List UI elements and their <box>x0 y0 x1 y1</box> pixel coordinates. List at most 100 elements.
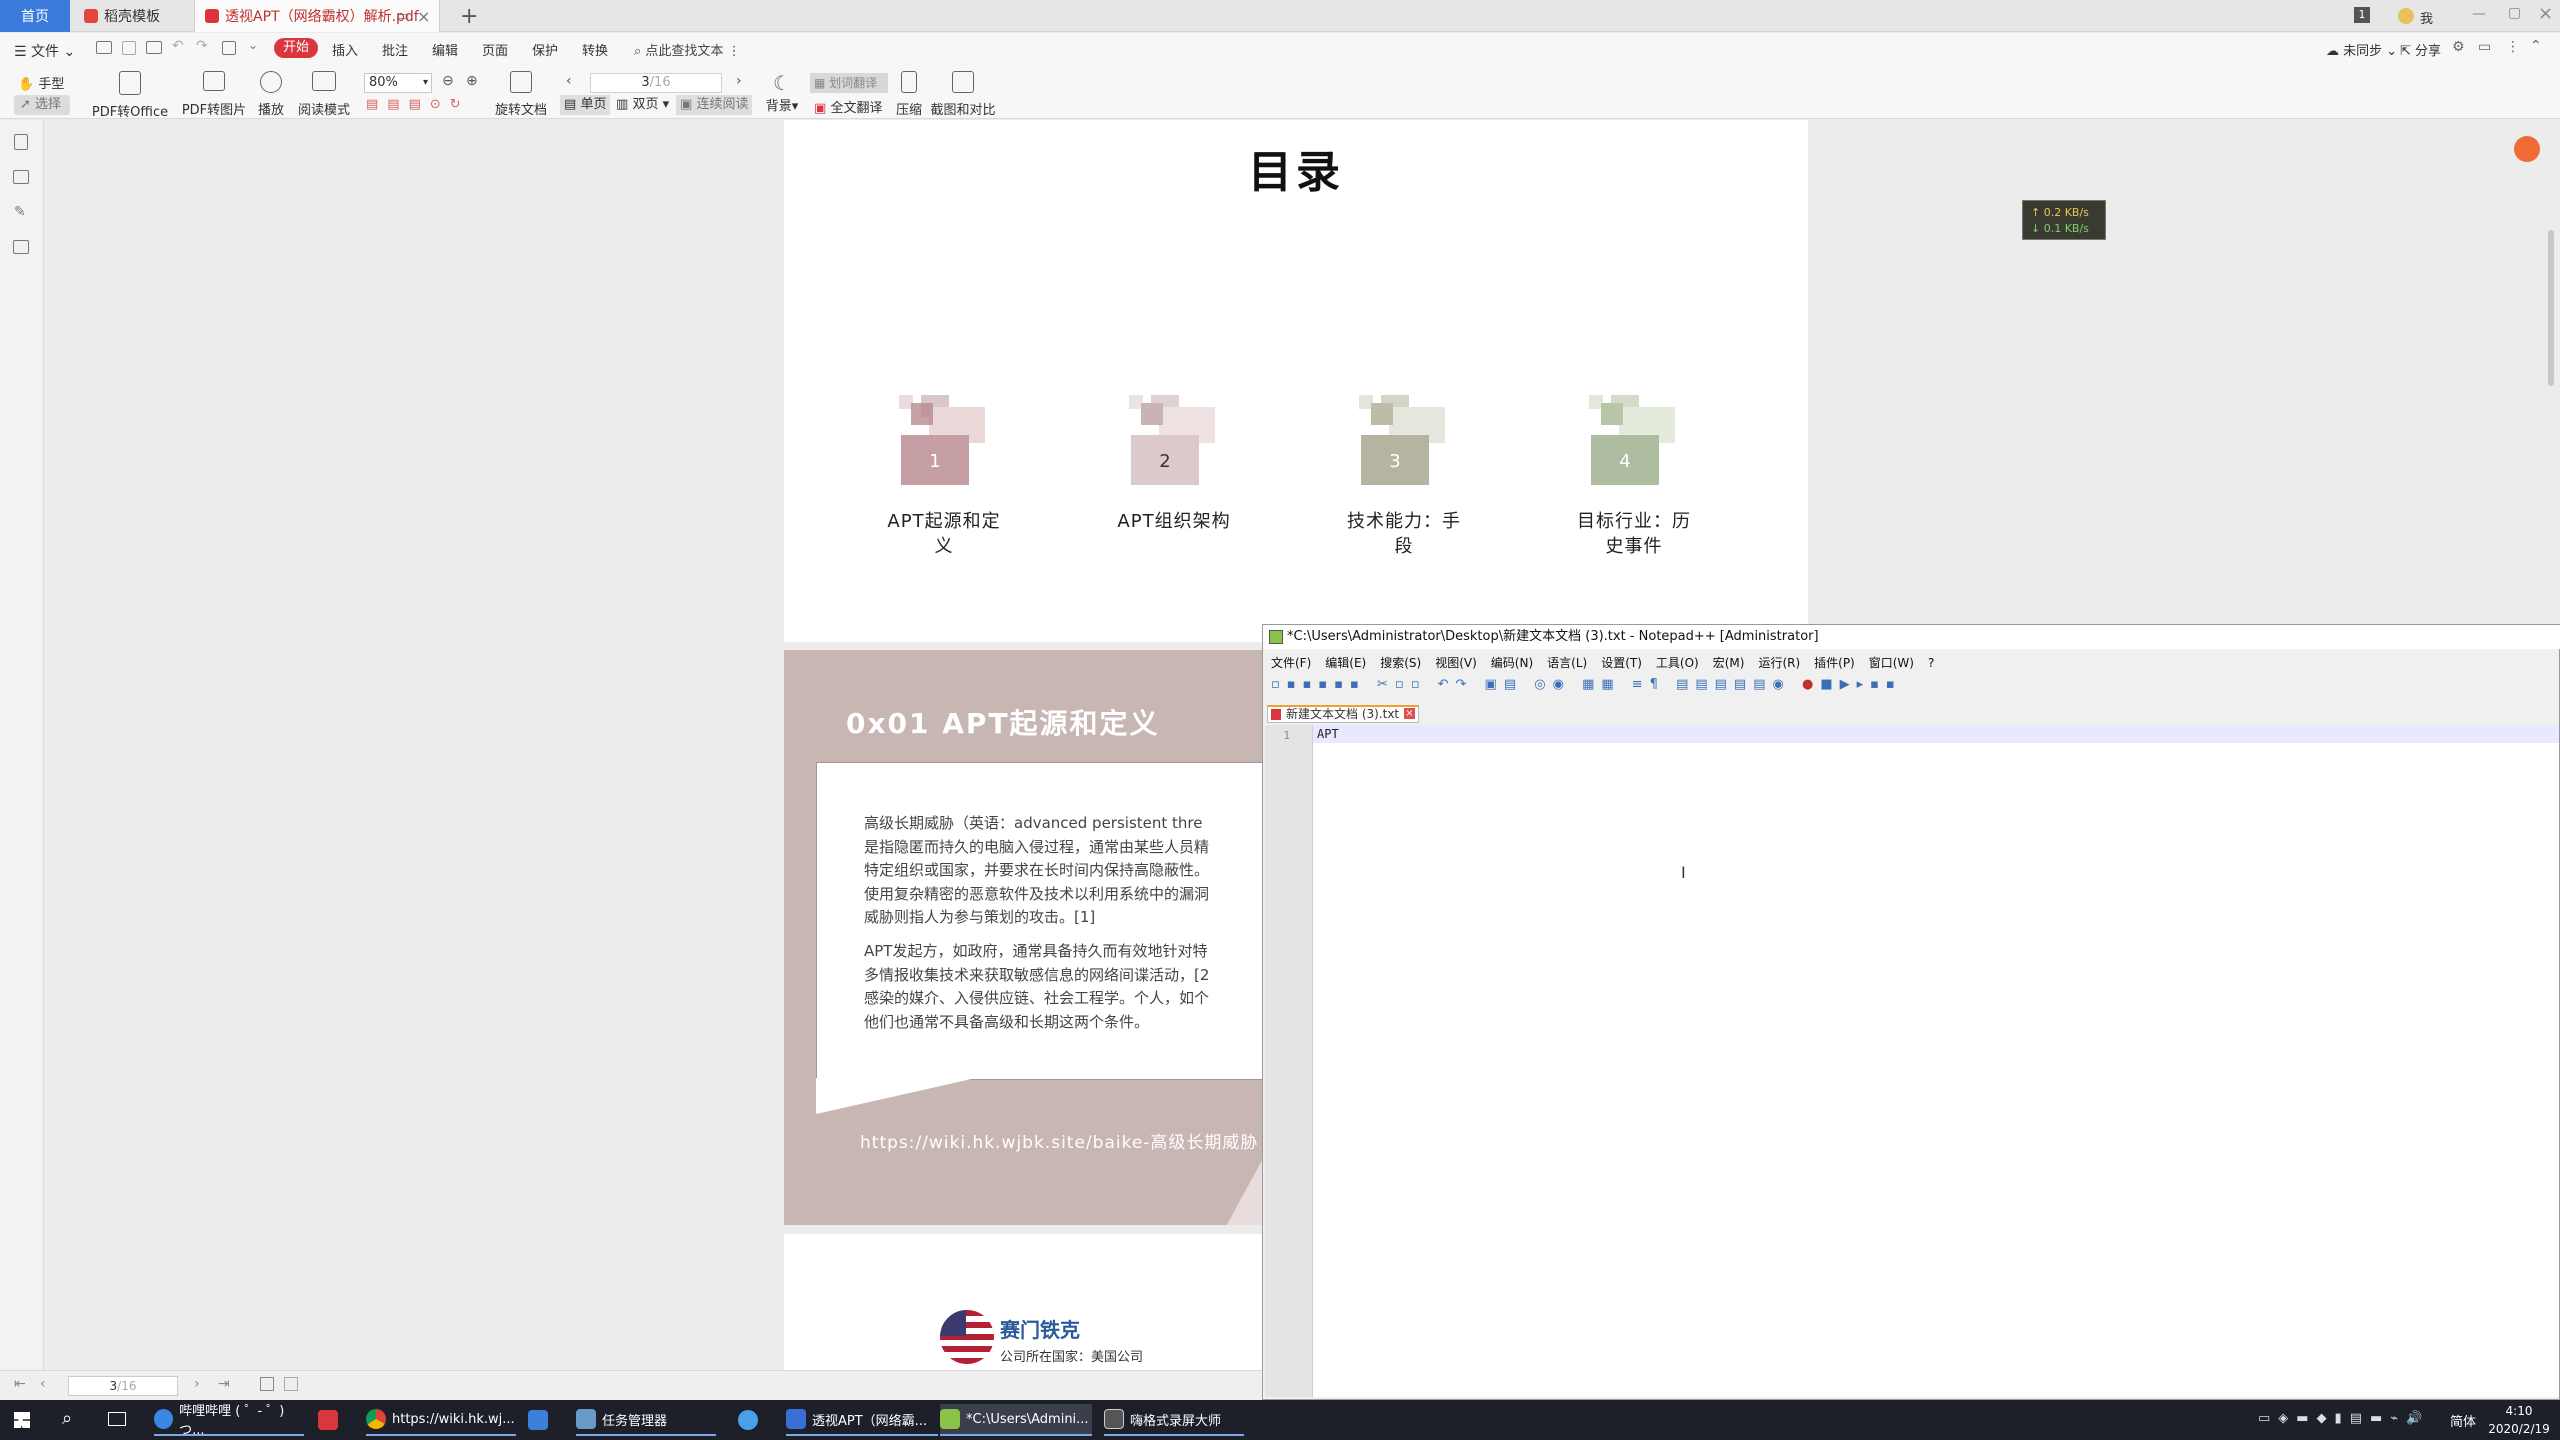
menu-start[interactable]: 开始 <box>274 38 318 58</box>
tab-pdf[interactable]: 透视APT（网络霸权）解析.pdf ▭ × <box>194 0 440 32</box>
double-page-button[interactable]: ▥ 双页 ▾ <box>616 95 669 115</box>
delete-page-icon[interactable] <box>284 1377 298 1391</box>
task-recorder[interactable]: 嗨格式录屏大师 <box>1104 1404 1244 1436</box>
pin-icon[interactable]: ▭ <box>397 9 409 24</box>
background-button[interactable]: ☾ 背景▾ <box>764 71 800 114</box>
tray-icons[interactable]: ▭◈▬◆▮▤▬⌁🔊 <box>2258 1411 2430 1426</box>
tab-home[interactable]: 首页 <box>0 0 70 32</box>
task-vscode[interactable] <box>528 1404 560 1436</box>
save-icon[interactable] <box>122 41 136 55</box>
npp-menu-language[interactable]: 语言(L) <box>1547 653 1587 673</box>
task-taskmgr[interactable]: 任务管理器 <box>576 1404 716 1436</box>
menu-convert[interactable]: 转换 <box>582 40 608 59</box>
prev-page-button[interactable]: ‹ <box>40 1376 46 1392</box>
close-icon[interactable]: × <box>417 7 430 26</box>
start-icon[interactable] <box>14 1412 30 1428</box>
task-view-icon[interactable] <box>108 1412 126 1426</box>
menu-edit[interactable]: 编辑 <box>432 40 458 59</box>
print-icon[interactable] <box>146 41 162 54</box>
hand-tool[interactable]: ✋ 手型 <box>18 73 64 92</box>
search-box[interactable]: ⌕ 点此查找文本 ⋮ <box>634 40 741 59</box>
task-wps[interactable]: 透视APT（网络霸... <box>786 1404 938 1436</box>
task-qq[interactable] <box>738 1404 770 1436</box>
maximize-icon[interactable]: ▢ <box>2508 5 2521 21</box>
task-bilibili[interactable]: 哔哩哔哩 ( ゜- ゜)つ... <box>154 1404 304 1438</box>
npp-menu-window[interactable]: 窗口(W) <box>1869 653 1914 673</box>
search-taskbar-icon[interactable]: ⌕ <box>62 1408 72 1429</box>
select-tool[interactable]: ➚ 选择 <box>14 95 70 115</box>
page-input[interactable]: 3/16 <box>590 73 722 93</box>
rotate-button[interactable]: 旋转文档 <box>494 71 548 118</box>
more-options-icon[interactable]: ⋮ <box>2506 39 2520 55</box>
npp-menu-settings[interactable]: 设置(T) <box>1601 653 1642 673</box>
next-page-icon[interactable]: › <box>736 73 742 89</box>
single-page-button[interactable]: ▤ 单页 <box>560 95 610 115</box>
menu-annotate[interactable]: 批注 <box>382 40 408 59</box>
npp-menu-tools[interactable]: 工具(O) <box>1656 653 1699 673</box>
compare-button[interactable]: 截图和对比 <box>930 71 996 118</box>
tab-template[interactable]: 稻壳模板 <box>74 0 192 32</box>
continuous-button[interactable]: ▣ 连续阅读 <box>676 95 752 115</box>
new-tab-button[interactable]: + <box>450 0 480 32</box>
menu-insert[interactable]: 插入 <box>332 40 358 59</box>
thumbnail-icon[interactable] <box>14 134 28 150</box>
read-mode-button[interactable]: 阅读模式 <box>296 71 352 118</box>
share-button[interactable]: ⇱ 分享 <box>2400 40 2441 59</box>
attachment-icon[interactable] <box>13 240 29 254</box>
npp-menu-macro[interactable]: 宏(M) <box>1713 653 1745 673</box>
open-icon[interactable] <box>96 41 112 54</box>
last-page-icon[interactable]: ⇥ <box>218 1376 230 1392</box>
message-icon[interactable]: ▭ <box>2478 39 2491 55</box>
add-page-icon[interactable] <box>260 1377 274 1391</box>
first-page-icon[interactable]: ⇤ <box>14 1376 26 1392</box>
file-menu[interactable]: ☰ 文件 ⌄ <box>14 41 75 61</box>
npp-menu-plugins[interactable]: 插件(P) <box>1814 653 1855 673</box>
zoom-out-icon[interactable]: ⊖ <box>442 73 454 89</box>
settings-icon[interactable]: ⚙ <box>2452 39 2465 55</box>
word-translate-button[interactable]: ▦ 划词翻译 <box>810 73 888 93</box>
status-page-input[interactable]: 3/16 <box>68 1376 178 1396</box>
next-page-button[interactable]: › <box>194 1376 200 1392</box>
play-button[interactable]: 播放 <box>254 71 288 118</box>
npp-tab[interactable]: 新建文本文档 (3).txt × <box>1267 705 1419 723</box>
assistant-icon[interactable] <box>2514 136 2540 162</box>
minimize-icon[interactable]: — <box>2472 6 2486 22</box>
collapse-ribbon-icon[interactable]: ⌃ <box>2530 38 2542 54</box>
menu-protect[interactable]: 保护 <box>532 40 558 59</box>
npp-tab-close-icon[interactable]: × <box>1404 708 1415 719</box>
compress-button[interactable]: 压缩 <box>892 71 926 118</box>
ime-indicator[interactable]: 简体 <box>2450 1411 2476 1430</box>
npp-menu-search[interactable]: 搜索(S) <box>1380 653 1421 673</box>
sync-status[interactable]: ☁ 未同步 ⌄ <box>2326 40 2397 59</box>
npp-menu-view[interactable]: 视图(V) <box>1435 653 1477 673</box>
export-icon[interactable] <box>222 41 236 55</box>
zoom-in-icon[interactable]: ⊕ <box>466 73 478 89</box>
pdf-to-office-button[interactable]: PDF转Office <box>90 71 170 120</box>
more-icon[interactable]: ⌄ <box>248 38 258 52</box>
user-label[interactable]: 我 <box>2420 8 2433 27</box>
clock[interactable]: 4:10 2020/2/19 <box>2484 1402 2554 1438</box>
pdf-scrollbar[interactable] <box>2548 230 2554 386</box>
npp-menu-encoding[interactable]: 编码(N) <box>1491 653 1533 673</box>
menu-page[interactable]: 页面 <box>482 40 508 59</box>
task-app-red[interactable] <box>318 1404 350 1436</box>
npp-menu-run[interactable]: 运行(R) <box>1758 653 1800 673</box>
pen-icon[interactable]: ✎ <box>14 204 26 220</box>
pdf-to-image-button[interactable]: PDF转图片 <box>180 71 248 118</box>
single-page-icon: ▤ <box>564 97 577 112</box>
task-notepad[interactable]: *C:\Users\Admini... <box>940 1404 1092 1436</box>
net-speed-widget[interactable]: ↑ 0.2 KB/s ↓ 0.1 KB/s <box>2022 200 2106 240</box>
npp-menu-file[interactable]: 文件(F) <box>1271 653 1311 673</box>
full-translate-button[interactable]: ▣ 全文翻译 <box>814 97 882 116</box>
prev-page-icon[interactable]: ‹ <box>566 73 572 89</box>
zoom-select[interactable]: 80% ▾ <box>364 73 432 93</box>
image-panel-icon[interactable] <box>13 170 29 184</box>
redo-icon[interactable]: ↷ <box>196 38 208 54</box>
npp-menu-edit[interactable]: 编辑(E) <box>1325 653 1366 673</box>
npp-menu-help[interactable]: ? <box>1928 653 1934 673</box>
user-avatar[interactable] <box>2398 8 2414 24</box>
undo-icon[interactable]: ↶ <box>172 38 184 54</box>
window-close-icon[interactable]: × <box>2538 3 2553 24</box>
task-chrome[interactable]: https://wiki.hk.wj... <box>366 1404 516 1436</box>
npp-editor[interactable]: APT I <box>1313 725 2559 1397</box>
